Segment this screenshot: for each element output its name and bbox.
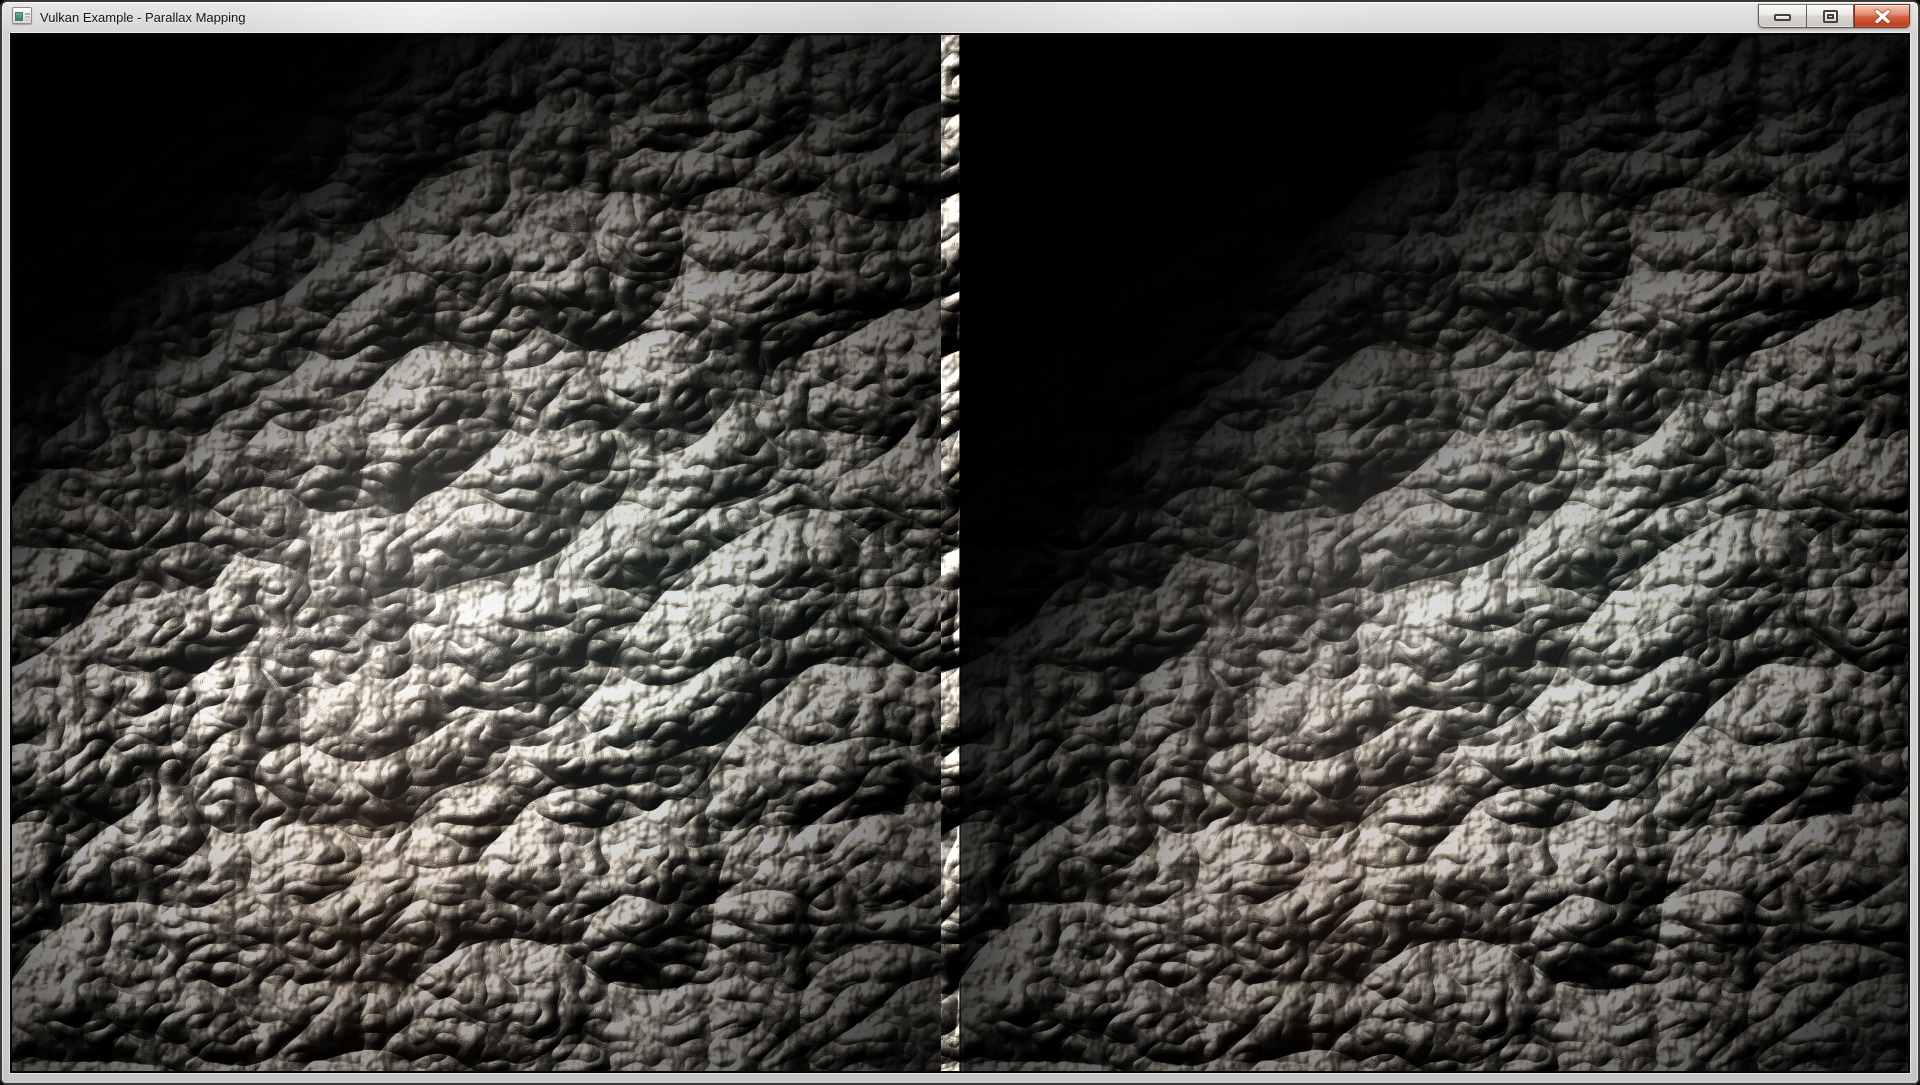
render-pane-right	[960, 35, 1908, 1071]
app-icon-detail	[25, 16, 30, 18]
window-title: Vulkan Example - Parallax Mapping	[40, 2, 245, 32]
render-viewport[interactable]	[10, 33, 1910, 1073]
minimize-button[interactable]	[1758, 4, 1806, 28]
minimize-bar-icon	[1774, 14, 1791, 21]
close-button[interactable]	[1854, 4, 1910, 28]
render-canvas[interactable]	[12, 35, 1908, 1071]
close-x-icon	[1874, 9, 1891, 24]
app-icon-detail	[25, 19, 30, 21]
background-void-layer	[12, 35, 960, 1071]
app-window: Vulkan Example - Parallax Mapping	[0, 0, 1920, 1085]
maximize-button[interactable]	[1806, 4, 1854, 28]
maximize-square-icon	[1823, 10, 1838, 23]
pane-split-line	[959, 35, 961, 1071]
app-icon-detail	[25, 13, 30, 15]
render-pane-left	[12, 35, 960, 1071]
app-icon[interactable]	[12, 7, 32, 24]
titlebar[interactable]: Vulkan Example - Parallax Mapping	[2, 2, 1918, 32]
pane-dim-layer	[960, 35, 1908, 1071]
window-controls	[1758, 4, 1910, 28]
app-icon-teal-pane	[15, 12, 23, 21]
